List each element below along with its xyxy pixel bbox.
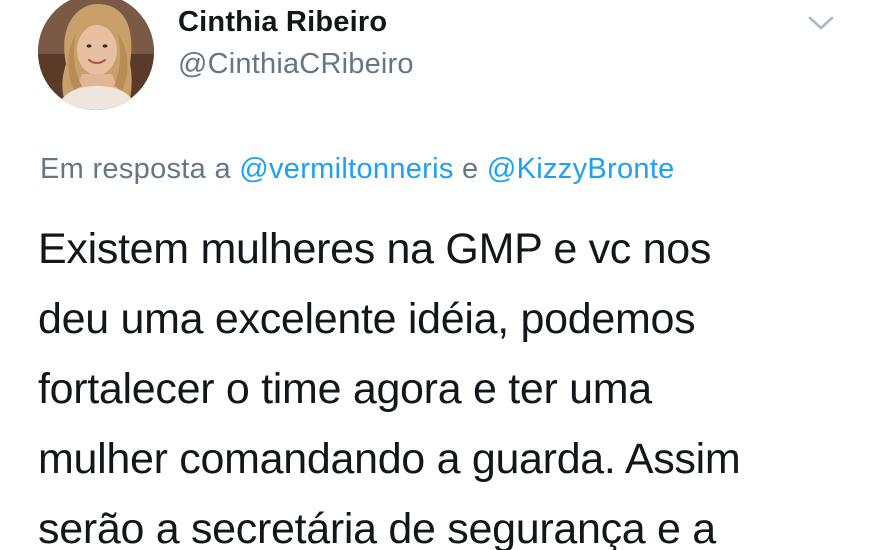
tweet-text-line: serão a secretária de segurança e a (38, 505, 716, 550)
reply-connector: e (462, 153, 479, 185)
chevron-down-icon[interactable] (806, 12, 836, 34)
tweet-text-line: deu uma excelente idéia, podemos (38, 295, 696, 343)
reply-prefix: Em resposta a (40, 153, 231, 185)
mention-link[interactable]: @vermiltonneris (239, 153, 453, 185)
tweet-text-line: Existem mulheres na GMP e vc nos (38, 225, 712, 273)
tweet-text: Existem mulheres na GMP e vc nos deu uma… (38, 214, 848, 550)
tweet-text-line: fortalecer o time agora e ter uma (38, 365, 652, 413)
reply-context: Em resposta a @vermiltonneris e @KizzyBr… (40, 153, 675, 186)
display-name[interactable]: Cinthia Ribeiro (178, 6, 387, 39)
profile-photo-icon (38, 0, 154, 110)
avatar[interactable] (38, 0, 154, 110)
user-handle[interactable]: @CinthiaCRibeiro (178, 48, 414, 81)
mention-link[interactable]: @KizzyBronte (487, 153, 675, 185)
tweet-text-line: mulher comandando a guarda. Assim (38, 435, 741, 483)
tweet-card: Cinthia Ribeiro @CinthiaCRibeiro Em resp… (0, 0, 870, 550)
